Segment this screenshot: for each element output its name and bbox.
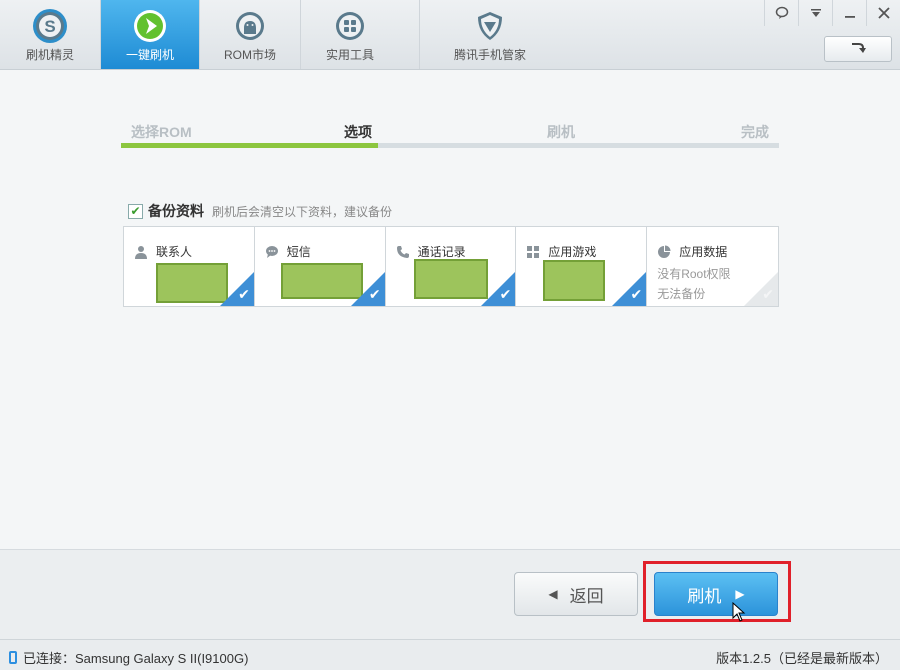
card-apps-games[interactable]: 应用游戏 ✔ — [516, 227, 648, 306]
feedback-icon[interactable] — [764, 0, 798, 26]
backup-header: ✔ 备份资料 刷机后会清空以下资料，建议备份 — [128, 201, 392, 221]
card-contacts[interactable]: 联系人 ✔ — [124, 227, 255, 306]
check-icon: ✔ — [238, 286, 250, 302]
step-progress-track — [121, 143, 779, 148]
chat-bubble-icon — [264, 244, 280, 260]
nav-item-tencent-manager[interactable]: 腾讯手机管家 — [420, 0, 560, 69]
phone-icon — [9, 651, 17, 664]
check-icon: ✔ — [499, 286, 512, 302]
nav-item-utilities[interactable]: 实用工具 — [301, 0, 399, 69]
redacted-block — [543, 260, 606, 301]
back-button[interactable]: ◀ 返回 — [514, 572, 638, 616]
person-icon — [133, 244, 149, 260]
card-label: 应用数据 — [679, 245, 728, 259]
card-sms[interactable]: 短信 ✔ — [255, 227, 386, 306]
backup-cards: 联系人 ✔ 短信 ✔ 通话记录 ✔ 应用游戏 ✔ 应用数据 没有Root权限 无… — [123, 226, 779, 307]
step-flash: 刷机 — [547, 124, 575, 140]
pie-chart-icon — [656, 244, 672, 260]
grid-tools-icon — [333, 9, 367, 43]
redacted-block — [156, 263, 228, 303]
step-options: 选项 — [344, 124, 372, 140]
nav-label: 实用工具 — [325, 48, 374, 62]
card-call-log[interactable]: 通话记录 ✔ — [386, 227, 517, 306]
check-icon: ✔ — [762, 286, 774, 302]
minimize-icon[interactable] — [832, 0, 866, 26]
backup-title: 备份资料 — [148, 203, 204, 219]
redo-arrow-icon — [850, 41, 866, 58]
check-icon: ✔ — [130, 204, 141, 218]
svg-text:S: S — [44, 17, 55, 36]
card-label: 短信 — [286, 245, 311, 259]
mouse-cursor-icon — [732, 601, 746, 624]
redo-arrow-button[interactable] — [824, 36, 892, 62]
flash-button-label: 刷机 — [687, 586, 722, 606]
tencent-shield-icon — [473, 9, 507, 43]
triangle-left-icon: ◀ — [548, 587, 558, 601]
android-icon — [233, 9, 267, 43]
flash-button[interactable]: 刷机 ▶ — [654, 572, 778, 616]
nav-item-rom-market[interactable]: ROM市场 — [200, 0, 300, 69]
card-app-data[interactable]: 应用数据 没有Root权限 无法备份 ✔ — [647, 227, 778, 306]
nav-label: 腾讯手机管家 — [453, 48, 526, 62]
close-icon[interactable] — [866, 0, 900, 26]
top-toolbar: S 刷机精灵 一键刷机 ROM市场 实用工具 腾讯手机管家 — [0, 0, 900, 70]
shield-s-icon: S — [33, 9, 67, 43]
backup-checkbox[interactable]: ✔ — [128, 203, 143, 219]
back-button-label: 返回 — [569, 586, 604, 606]
card-label: 应用游戏 — [548, 245, 597, 259]
nav-item-one-click-flash[interactable]: 一键刷机 — [101, 0, 199, 69]
step-select-rom: 选择ROM — [131, 124, 192, 140]
card-label: 联系人 — [156, 245, 193, 259]
apps-grid-icon — [525, 244, 541, 260]
card-sub-no-root: 没有Root权限 — [657, 267, 731, 281]
triangle-right-icon: ▶ — [735, 587, 745, 601]
check-icon: ✔ — [368, 286, 381, 302]
redacted-block — [413, 259, 488, 299]
version-status: 版本1.2.5（已经是最新版本） — [716, 651, 888, 666]
nav-item-flash-wizard[interactable]: S 刷机精灵 — [0, 0, 100, 69]
step-progress-fill — [121, 143, 378, 148]
dropdown-icon[interactable] — [798, 0, 832, 26]
check-icon: ✔ — [630, 286, 643, 302]
nav-label: 一键刷机 — [125, 48, 174, 62]
nav-label: ROM市场 — [224, 48, 276, 62]
nav-label: 刷机精灵 — [25, 48, 74, 62]
card-sub-cannot-backup: 无法备份 — [657, 287, 706, 301]
window-controls — [764, 0, 900, 26]
phone-handset-icon — [395, 244, 411, 260]
backup-note: 刷机后会清空以下资料，建议备份 — [212, 204, 393, 219]
step-done: 完成 — [741, 124, 769, 140]
flash-arrow-icon — [133, 9, 167, 43]
card-label: 通话记录 — [417, 245, 466, 259]
connection-status: 已连接：Samsung Galaxy S II(I9100G) — [23, 651, 249, 666]
status-bar: 已连接：Samsung Galaxy S II(I9100G) 版本1.2.5（… — [0, 639, 900, 670]
